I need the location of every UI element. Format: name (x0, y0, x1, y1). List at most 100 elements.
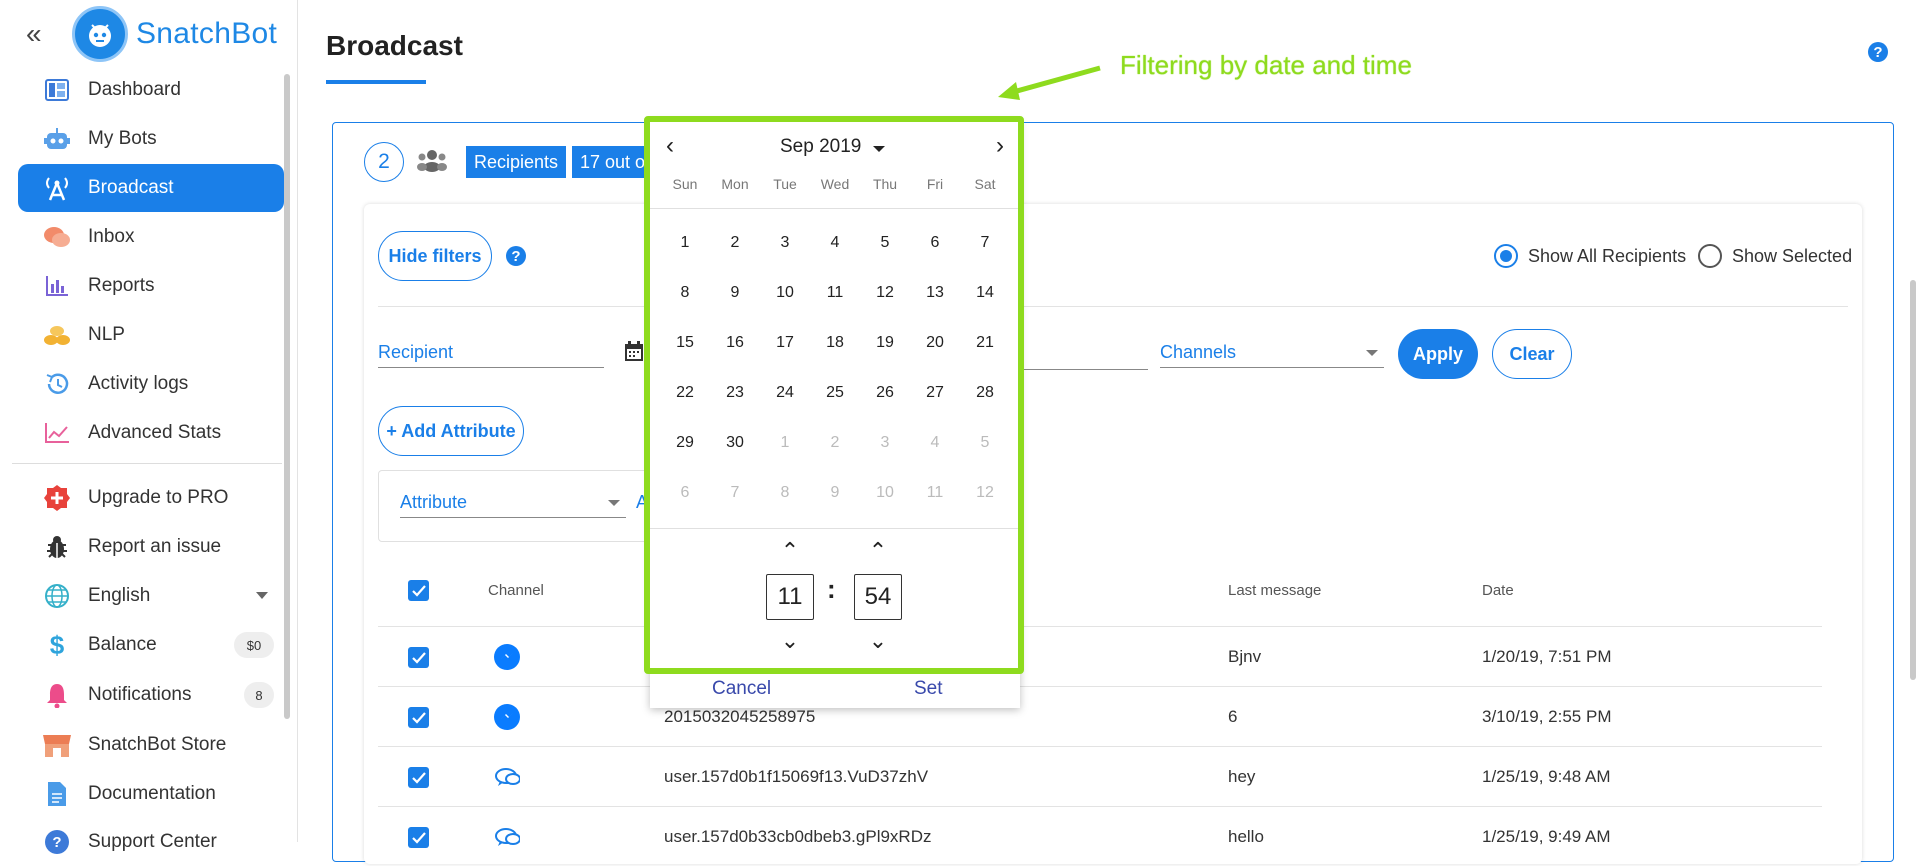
calendar-day[interactable]: 13 (910, 284, 960, 302)
row-checkbox[interactable] (408, 767, 429, 788)
set-button[interactable]: Set (914, 678, 943, 700)
chevron-right-icon[interactable]: › (996, 132, 1004, 160)
calendar-day[interactable]: 27 (910, 384, 960, 402)
calendar-day[interactable]: 12 (860, 284, 910, 302)
calendar-day[interactable]: 14 (960, 284, 1010, 302)
calendar-day[interactable]: 23 (710, 384, 760, 402)
column-header-date[interactable]: Date (1482, 582, 1514, 599)
calendar-day[interactable]: 9 (710, 284, 760, 302)
calendar-day[interactable]: 6 (910, 234, 960, 252)
caret-down-icon[interactable] (873, 146, 885, 152)
calendar-day[interactable]: 1 (660, 234, 710, 252)
logo[interactable]: SnatchBot (72, 6, 277, 62)
calendar-day[interactable]: 18 (810, 334, 860, 352)
calendar-day[interactable]: 19 (860, 334, 910, 352)
cancel-button[interactable]: Cancel (712, 678, 771, 700)
calendar-day[interactable]: 11 (810, 284, 860, 302)
calendar-day[interactable]: 20 (910, 334, 960, 352)
row-checkbox[interactable] (408, 647, 429, 668)
sidebar-item-broadcast[interactable]: Broadcast (18, 164, 284, 212)
date-field-underline (1020, 369, 1148, 370)
hour-up-chevron-icon[interactable]: ⌃ (766, 538, 814, 564)
check-icon (411, 711, 426, 724)
sidebar-item-my-bots[interactable]: My Bots (18, 115, 284, 163)
chevron-left-icon[interactable]: ‹ (666, 132, 674, 160)
bar-chart-icon (42, 271, 72, 301)
calendar-day[interactable]: 17 (760, 334, 810, 352)
sidebar-item-support[interactable]: ? Support Center (18, 818, 284, 866)
calendar-day[interactable]: 22 (660, 384, 710, 402)
calendar-day[interactable]: 10 (760, 284, 810, 302)
filters-help-icon[interactable]: ? (506, 246, 526, 266)
row-checkbox[interactable] (408, 827, 429, 848)
sidebar-item-reports[interactable]: Reports (18, 262, 284, 310)
weekday-label: Sun (672, 176, 698, 192)
hour-down-chevron-icon[interactable]: ⌄ (766, 628, 814, 654)
collapse-sidebar-icon[interactable]: « (26, 20, 42, 48)
calendar-day[interactable]: 3 (760, 234, 810, 252)
sidebar-item-upgrade[interactable]: Upgrade to PRO (18, 474, 284, 522)
minute-up-chevron-icon[interactable]: ⌃ (854, 538, 902, 564)
show-selected-radio[interactable]: Show Selected (1698, 244, 1852, 268)
hide-filters-button[interactable]: Hide filters (378, 231, 492, 281)
calendar-day[interactable]: 24 (760, 384, 810, 402)
calendar-day[interactable]: 7 (960, 234, 1010, 252)
calendar-day[interactable]: 15 (660, 334, 710, 352)
radio-selected-icon (1494, 244, 1518, 268)
sidebar-item-balance[interactable]: $ Balance $0 (18, 621, 284, 669)
row-divider (378, 626, 1822, 627)
sidebar-item-advanced-stats[interactable]: Advanced Stats (18, 409, 284, 457)
calendar-day[interactable]: 8 (660, 284, 710, 302)
calendar-day-other-month: 12 (976, 484, 994, 501)
calendar-day[interactable]: 30 (710, 434, 760, 452)
month-selector[interactable]: Sep 2019 (780, 136, 861, 158)
row-divider (378, 746, 1822, 747)
calendar-day[interactable]: 5 (860, 234, 910, 252)
sidebar-item-dashboard[interactable]: Dashboard (18, 66, 284, 114)
calendar-day[interactable]: 25 (810, 384, 860, 402)
calendar-day[interactable]: 28 (960, 384, 1010, 402)
calendar-icon[interactable] (624, 340, 644, 362)
sidebar-scrollbar[interactable] (284, 74, 290, 719)
channels-select[interactable]: Channels (1160, 336, 1384, 368)
sidebar-item-label: Documentation (88, 783, 216, 804)
sidebar-item-nlp[interactable]: NLP (18, 311, 284, 359)
attribute-select[interactable]: Attribute (400, 486, 626, 518)
column-header-channel[interactable]: Channel (488, 582, 544, 599)
attribute-value-field[interactable]: A (636, 492, 648, 513)
weekday-label: Sat (974, 176, 996, 192)
robot-icon (42, 124, 72, 154)
calendar-day[interactable]: 16 (710, 334, 760, 352)
chevron-down-icon (256, 592, 268, 599)
clear-button[interactable]: Clear (1492, 329, 1572, 379)
calendar-day-other-month: 7 (730, 484, 740, 501)
calendar-day[interactable]: 21 (960, 334, 1010, 352)
sidebar-item-store[interactable]: SnatchBot Store (18, 721, 284, 769)
minute-input[interactable]: 54 (854, 574, 902, 620)
sidebar-item-language[interactable]: English (18, 572, 284, 620)
column-header-last-message[interactable]: Last message (1228, 582, 1321, 599)
calendar-day[interactable]: 4 (810, 234, 860, 252)
show-all-radio[interactable]: Show All Recipients (1494, 244, 1686, 268)
minute-down-chevron-icon[interactable]: ⌄ (854, 628, 902, 654)
sidebar-item-activity-logs[interactable]: Activity logs (18, 360, 284, 408)
hour-input[interactable]: 11 (766, 574, 814, 620)
apply-button[interactable]: Apply (1398, 329, 1478, 379)
row-checkbox[interactable] (408, 707, 429, 728)
main-scrollbar[interactable] (1910, 280, 1916, 680)
sidebar-item-notifications[interactable]: Notifications 8 (18, 671, 284, 719)
sidebar-item-documentation[interactable]: Documentation (18, 770, 284, 818)
calendar-day[interactable]: 2 (710, 234, 760, 252)
sidebar-item-report-issue[interactable]: Report an issue (18, 523, 284, 571)
help-icon[interactable]: ? (1868, 42, 1888, 62)
calendar-day-other-month: 4 (930, 434, 940, 451)
calendar-day[interactable]: 29 (660, 434, 710, 452)
calendar-day-other-month: 9 (830, 484, 840, 501)
recipient-field[interactable]: Recipient (378, 336, 604, 368)
calendar-day[interactable]: 26 (860, 384, 910, 402)
recipient-count-tag: 17 out o (572, 146, 654, 178)
sidebar-item-inbox[interactable]: Inbox (18, 213, 284, 261)
calendar-day-other-month: 5 (980, 434, 990, 451)
add-attribute-button[interactable]: + Add Attribute (378, 406, 524, 456)
select-all-checkbox[interactable] (408, 580, 429, 601)
